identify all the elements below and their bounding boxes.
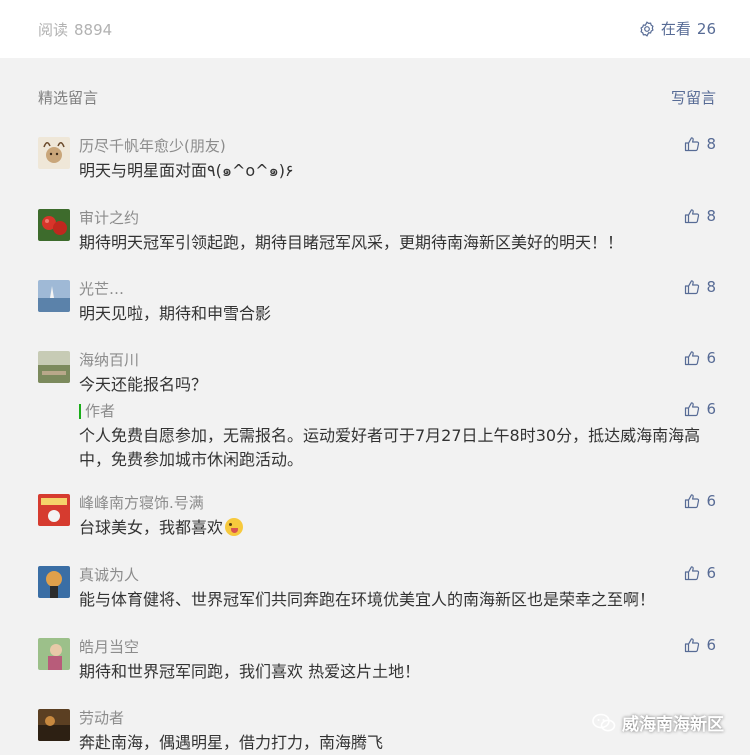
comment-nickname: 历尽千帆年愈少(朋友) (79, 137, 226, 155)
comment-nickname: 皓月当空 (79, 638, 140, 656)
avatar[interactable] (38, 638, 70, 670)
watching-icon (640, 20, 654, 37)
like-count: 8 (706, 135, 716, 153)
like-button[interactable]: 6 (684, 636, 716, 654)
thumbs-up-icon (685, 280, 700, 295)
comment-text: 台球美女，我都喜欢 (79, 518, 224, 537)
reply-like-button[interactable]: 6 (684, 400, 716, 418)
comment-nickname: 劳动者 (79, 709, 125, 727)
watching-label: 在看 (660, 20, 691, 38)
comment-content: 今天还能报名吗？ (79, 375, 208, 394)
like-button[interactable]: 8 (684, 135, 716, 153)
watching-number: 26 (696, 19, 716, 38)
comment-content: 期待和世界冠军同跑，我们喜欢 热爱这片土地！ (79, 662, 421, 681)
avatar[interactable] (38, 209, 70, 241)
avatar[interactable] (38, 137, 70, 169)
comment-content: 能与体育健将、世界冠军们共同奔跑在环境优美宜人的南海新区也是荣幸之至啊！ (79, 590, 656, 609)
author-reply-name: 作者 (85, 402, 116, 420)
reply-like-count: 6 (706, 400, 716, 418)
comment-content: 明天与明星面对面٩(๑^o^๑)۶ (79, 161, 294, 180)
author-reply-marker (79, 404, 81, 419)
comment-nickname: 峰峰南方寝饰.号满 (79, 494, 204, 512)
read-number: 8894 (74, 21, 113, 39)
account-watermark: 威海南海新区 (592, 710, 724, 735)
article-stats-bar: 阅读 8894 在看 26 (0, 0, 750, 58)
like-count: 8 (706, 207, 716, 225)
selected-comments-title: 精选留言 (38, 89, 99, 107)
comment-content: 期待明天冠军引领起跑，期待目睹冠军风采，更期待南海新区美好的明天！！ (79, 233, 624, 252)
thumbs-up-icon (685, 402, 700, 417)
like-button[interactable]: 8 (684, 207, 716, 225)
wechat-icon (592, 713, 616, 731)
like-count: 6 (706, 492, 716, 510)
read-count: 阅读 8894 (38, 19, 112, 40)
thumbs-up-icon (685, 566, 700, 581)
write-comment-link[interactable]: 写留言 (671, 87, 716, 108)
read-label: 阅读 (38, 21, 69, 39)
avatar[interactable] (38, 280, 70, 312)
like-button[interactable]: 6 (684, 492, 716, 510)
author-reply-text: 个人免费自愿参加，无需报名。运动爱好者可于7月27日上午8时30分，抵达威海南海… (79, 426, 701, 469)
comment-nickname: 光芒… (79, 280, 125, 298)
comment-content: 台球美女，我都喜欢 (79, 516, 709, 540)
like-count: 6 (706, 636, 716, 654)
like-count: 6 (706, 564, 716, 582)
comment-nickname: 审计之约 (79, 209, 140, 227)
thumbs-up-icon (685, 209, 700, 224)
like-count: 6 (706, 349, 716, 367)
tongue-out-emoji-icon (225, 518, 244, 536)
avatar[interactable] (38, 709, 70, 741)
like-button[interactable]: 8 (684, 278, 716, 296)
like-count: 8 (706, 278, 716, 296)
avatar[interactable] (38, 351, 70, 383)
thumbs-up-icon (685, 638, 700, 653)
comment-nickname: 真诚为人 (79, 566, 140, 584)
comment-nickname: 海纳百川 (79, 351, 140, 369)
like-button[interactable]: 6 (684, 349, 716, 367)
thumbs-up-icon (685, 137, 700, 152)
avatar[interactable] (38, 566, 70, 598)
watching-button[interactable]: 在看 26 (639, 18, 716, 39)
thumbs-up-icon (685, 494, 700, 509)
avatar[interactable] (38, 494, 70, 526)
comment-content: 明天见啦，期待和申雪合影 (79, 304, 272, 323)
thumbs-up-icon (685, 351, 700, 366)
watermark-text: 威海南海新区 (622, 715, 724, 735)
like-button[interactable]: 6 (684, 564, 716, 582)
